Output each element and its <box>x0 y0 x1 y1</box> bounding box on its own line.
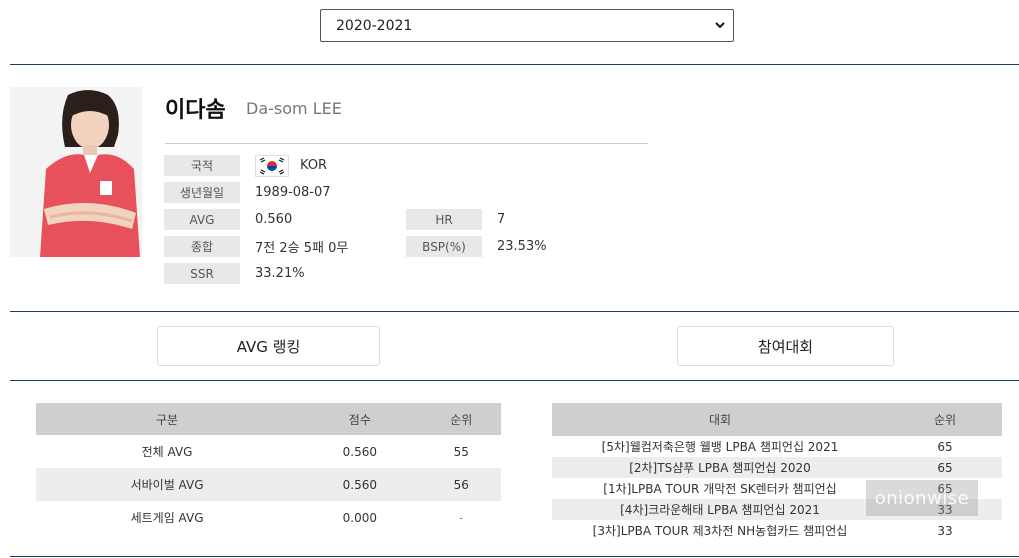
player-name-english: Da-som LEE <box>246 99 342 118</box>
tournament-name[interactable]: [3차]LPBA TOUR 제3차전 NH농협카드 챔피언십 <box>552 520 888 541</box>
table-cell: 0.000 <box>342 510 378 525</box>
name-underline <box>165 143 648 144</box>
divider <box>10 311 1019 312</box>
avg-value: 0.560 <box>255 212 293 227</box>
table-cell: 55 <box>453 444 469 459</box>
tournament-name[interactable]: [4차]크라운해태 LPBA 챔피언십 2021 <box>552 499 888 520</box>
bsp-label: BSP(%) <box>406 236 482 257</box>
record-value: 7전 2승 5패 0무 <box>255 241 349 256</box>
column-header: 순위 <box>888 403 1002 436</box>
tournament-name[interactable]: [1차]LPBA TOUR 개막전 SK렌터카 챔피언십 <box>552 478 888 499</box>
table-row[interactable]: [5차]웰컴저축은행 웰뱅 LPBA 챔피언십 2021 65 <box>552 436 1002 457</box>
nationality-value: KOR <box>300 158 328 173</box>
column-header: 대회 <box>552 403 888 436</box>
column-header: 구분 <box>36 403 299 435</box>
divider <box>10 556 1019 557</box>
season-select[interactable]: 2020-2021 <box>320 9 734 42</box>
tournament-name[interactable]: [5차]웰컴저축은행 웰뱅 LPBA 챔피언십 2021 <box>552 436 888 457</box>
table-header-row: 대회 순위 <box>552 403 1002 436</box>
table-cell: 서바이벌 AVG <box>36 468 299 501</box>
avg-ranking-table: 구분 점수 순위 전체 AVG 0.560 55 서바이벌 AVG 0.560 … <box>36 403 501 534</box>
avg-label: AVG <box>164 209 240 230</box>
nationality-label: 국적 <box>164 155 240 176</box>
ssr-value: 33.21% <box>255 266 305 281</box>
table-cell: 0.560 <box>298 468 422 501</box>
table-cell: 세트게임 AVG <box>130 511 204 525</box>
player-photo <box>10 87 142 257</box>
table-row: 서바이벌 AVG 0.560 56 <box>36 468 501 501</box>
column-header: 순위 <box>421 403 501 435</box>
table-header-row: 구분 점수 순위 <box>36 403 501 435</box>
hr-label: HR <box>406 209 482 230</box>
record-label: 종합 <box>164 236 240 257</box>
tournament-table: 대회 순위 [5차]웰컴저축은행 웰뱅 LPBA 챔피언십 2021 65 [2… <box>552 403 1002 541</box>
tournament-rank: 65 <box>937 439 953 454</box>
divider <box>10 380 1019 381</box>
birth-label: 생년월일 <box>164 182 240 203</box>
player-name-korean: 이다솜 <box>165 98 226 123</box>
chevron-down-icon <box>715 21 725 31</box>
birth-value: 1989-08-07 <box>255 185 331 200</box>
tournament-name[interactable]: [2차]TS샴푸 LPBA 챔피언십 2020 <box>552 457 888 478</box>
tournament-rank: 65 <box>888 457 1002 478</box>
column-header: 점수 <box>298 403 422 435</box>
korea-flag-icon <box>255 155 289 177</box>
tab-tournaments[interactable]: 참여대회 <box>677 326 894 366</box>
table-row[interactable]: [3차]LPBA TOUR 제3차전 NH농협카드 챔피언십 33 <box>552 520 1002 541</box>
season-select-value: 2020-2021 <box>336 17 413 34</box>
table-cell: 전체 AVG <box>141 445 193 459</box>
table-cell: - <box>459 510 464 525</box>
hr-value: 7 <box>497 212 506 227</box>
table-row: 전체 AVG 0.560 55 <box>36 435 501 468</box>
ssr-label: SSR <box>164 263 240 284</box>
table-row[interactable]: [2차]TS샴푸 LPBA 챔피언십 2020 65 <box>552 457 1002 478</box>
bsp-value: 23.53% <box>497 239 547 254</box>
table-cell: 0.560 <box>342 444 378 459</box>
divider <box>10 64 1019 65</box>
tournament-rank: 33 <box>937 523 953 538</box>
tab-avg-ranking[interactable]: AVG 랭킹 <box>157 326 380 366</box>
table-cell: 56 <box>421 468 501 501</box>
watermark: onionwise <box>866 480 978 516</box>
table-row: 세트게임 AVG 0.000 - <box>36 501 501 534</box>
